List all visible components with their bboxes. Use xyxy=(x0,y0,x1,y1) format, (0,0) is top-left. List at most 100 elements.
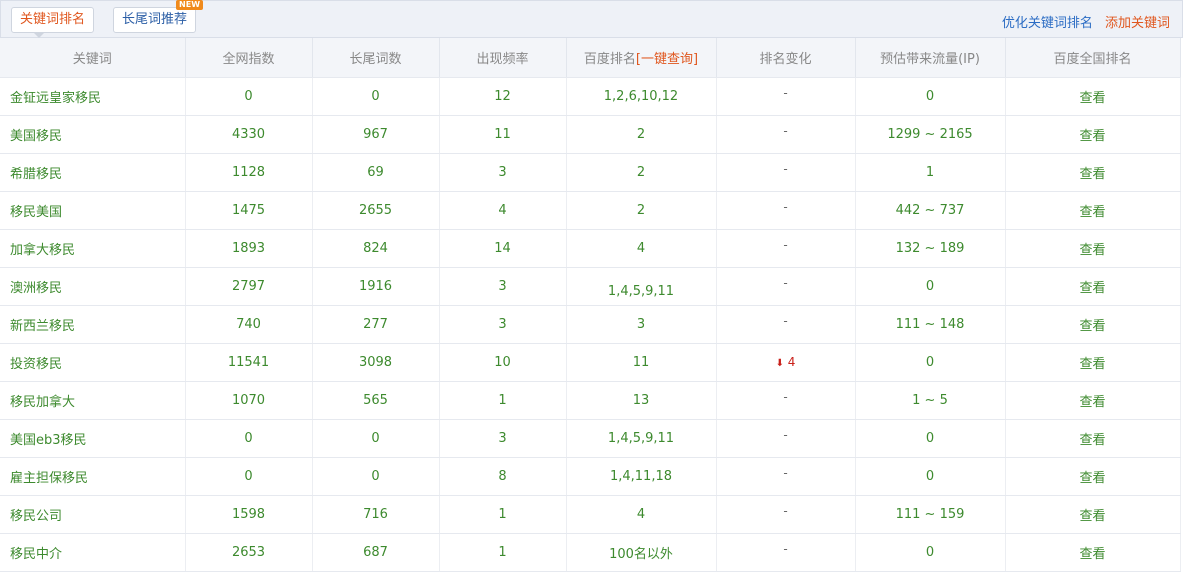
cell-index: 1893 xyxy=(185,229,313,268)
col-traffic[interactable]: 预估带来流量(IP) xyxy=(855,38,1006,78)
cell-rank-change: - xyxy=(716,305,856,344)
cell-keyword[interactable]: 希腊移民 xyxy=(0,153,186,192)
view-national-rank-link[interactable]: 查看 xyxy=(1079,395,1105,410)
col-index[interactable]: 全网指数 xyxy=(185,38,313,78)
cell-traffic: 132 ~ 189 xyxy=(855,229,1006,268)
cell-keyword[interactable]: 移民公司 xyxy=(0,495,186,534)
view-national-rank-link[interactable]: 查看 xyxy=(1079,547,1105,562)
cell-traffic: 0 xyxy=(855,457,1006,496)
cell-index: 1598 xyxy=(185,495,313,534)
no-change-dash: - xyxy=(783,389,788,404)
cell-national-rank: 查看 xyxy=(1005,267,1181,306)
cell-index: 0 xyxy=(185,419,313,458)
cell-national-rank: 查看 xyxy=(1005,77,1181,116)
cell-frequency: 4 xyxy=(439,191,567,230)
table-row: 移民中介 2653 687 1 100名以外 - 0 查看 xyxy=(0,533,1181,572)
col-frequency[interactable]: 出现频率 xyxy=(439,38,567,78)
view-national-rank-link[interactable]: 查看 xyxy=(1079,319,1105,334)
table-row: 希腊移民 1128 69 3 2 - 1 查看 xyxy=(0,153,1181,192)
no-change-dash: - xyxy=(783,123,788,138)
cell-rank-change: - xyxy=(716,381,856,420)
no-change-dash: - xyxy=(783,199,788,214)
cell-rank-change: - xyxy=(716,153,856,192)
cell-frequency: 3 xyxy=(439,305,567,344)
col-keyword[interactable]: 关键词 xyxy=(0,38,186,78)
cell-index: 11541 xyxy=(185,343,313,382)
cell-national-rank: 查看 xyxy=(1005,381,1181,420)
view-national-rank-link[interactable]: 查看 xyxy=(1079,91,1105,106)
cell-keyword[interactable]: 投资移民 xyxy=(0,343,186,382)
add-keyword-link[interactable]: 添加关键词 xyxy=(1105,16,1170,31)
cell-traffic: 442 ~ 737 xyxy=(855,191,1006,230)
cell-keyword[interactable]: 新西兰移民 xyxy=(0,305,186,344)
rank-down: ⬇ 4 xyxy=(776,355,796,369)
view-national-rank-link[interactable]: 查看 xyxy=(1079,471,1105,486)
no-change-dash: - xyxy=(783,237,788,252)
cell-keyword[interactable]: 美国eb3移民 xyxy=(0,419,186,458)
cell-baidu-rank: 1,4,5,9,11 xyxy=(566,267,717,306)
tab-longtail-label: 长尾词推荐 xyxy=(122,12,188,27)
col-longtail[interactable]: 长尾词数 xyxy=(312,38,440,78)
view-national-rank-link[interactable]: 查看 xyxy=(1079,205,1105,220)
new-badge: NEW xyxy=(176,0,204,10)
col-national-rank[interactable]: 百度全国排名 xyxy=(1005,38,1181,78)
view-national-rank-link[interactable]: 查看 xyxy=(1079,167,1105,182)
view-national-rank-link[interactable]: 查看 xyxy=(1079,433,1105,448)
cell-longtail: 69 xyxy=(312,153,440,192)
cell-keyword[interactable]: 加拿大移民 xyxy=(0,229,186,268)
cell-traffic: 0 xyxy=(855,533,1006,572)
cell-frequency: 3 xyxy=(439,419,567,458)
table-row: 澳洲移民 2797 1916 3 1,4,5,9,11 - 0 查看 xyxy=(0,267,1181,306)
cell-rank-change: - xyxy=(716,495,856,534)
tab-longtail-recommend[interactable]: 长尾词推荐 NEW xyxy=(113,0,204,33)
cell-frequency: 3 xyxy=(439,267,567,306)
cell-national-rank: 查看 xyxy=(1005,191,1181,230)
table-row: 新西兰移民 740 277 3 3-111 ~ 148 查看 xyxy=(0,305,1181,344)
table-row: 美国移民 4330 967 11 2 - 1299 ~ 2165 查看 xyxy=(0,115,1181,154)
top-links: 优化关键词排名 添加关键词 xyxy=(1002,12,1170,31)
view-national-rank-link[interactable]: 查看 xyxy=(1079,129,1105,144)
cell-keyword[interactable]: 美国移民 xyxy=(0,115,186,154)
cell-longtail: 565 xyxy=(312,381,440,420)
cell-frequency: 14 xyxy=(439,229,567,268)
cell-index: 1070 xyxy=(185,381,313,420)
cell-baidu-rank: 4 xyxy=(566,495,717,534)
cell-keyword[interactable]: 雇主担保移民 xyxy=(0,457,186,496)
cell-traffic: 1 ~ 5 xyxy=(855,381,1006,420)
no-change-dash: - xyxy=(783,465,788,480)
cell-longtail: 824 xyxy=(312,229,440,268)
table-header-row: 关键词 全网指数 长尾词数 出现频率 百度排名[一键查询] 排名变化 预估带来流… xyxy=(0,38,1181,78)
cell-longtail: 2655 xyxy=(312,191,440,230)
no-change-dash: - xyxy=(783,541,788,556)
cell-rank-change: ⬇ 4 xyxy=(716,343,856,382)
tab-keyword-ranking[interactable]: 关键词排名 xyxy=(11,7,95,38)
rank-change-value: 4 xyxy=(787,354,796,369)
cell-baidu-rank: 100名以外 xyxy=(566,533,717,572)
one-click-query-link[interactable]: [一键查询] xyxy=(636,52,698,67)
cell-index: 4330 xyxy=(185,115,313,154)
optimize-ranking-link[interactable]: 优化关键词排名 xyxy=(1002,16,1093,31)
cell-national-rank: 查看 xyxy=(1005,533,1181,572)
cell-keyword[interactable]: 澳洲移民 xyxy=(0,267,186,306)
cell-national-rank: 查看 xyxy=(1005,115,1181,154)
cell-keyword[interactable]: 移民中介 xyxy=(0,533,186,572)
cell-index: 1128 xyxy=(185,153,313,192)
cell-national-rank: 查看 xyxy=(1005,153,1181,192)
cell-rank-change: - xyxy=(716,419,856,458)
cell-keyword[interactable]: 移民加拿大 xyxy=(0,381,186,420)
cell-baidu-rank: 2 xyxy=(566,115,717,154)
no-change-dash: - xyxy=(783,427,788,442)
view-national-rank-link[interactable]: 查看 xyxy=(1079,243,1105,258)
table-row: 移民公司 1598 716 1 4 - 111 ~ 159 查看 xyxy=(0,495,1181,534)
cell-index: 2797 xyxy=(185,267,313,306)
cell-national-rank: 查看 xyxy=(1005,457,1181,496)
cell-baidu-rank: 1,4,5,9,11 xyxy=(566,419,717,458)
cell-rank-change: - xyxy=(716,77,856,116)
view-national-rank-link[interactable]: 查看 xyxy=(1079,357,1105,372)
col-rank-change[interactable]: 排名变化 xyxy=(716,38,856,78)
cell-keyword[interactable]: 移民美国 xyxy=(0,191,186,230)
view-national-rank-link[interactable]: 查看 xyxy=(1079,509,1105,524)
cell-index: 1475 xyxy=(185,191,313,230)
cell-keyword[interactable]: 金钲远皇家移民 xyxy=(0,77,186,116)
view-national-rank-link[interactable]: 查看 xyxy=(1079,281,1105,296)
